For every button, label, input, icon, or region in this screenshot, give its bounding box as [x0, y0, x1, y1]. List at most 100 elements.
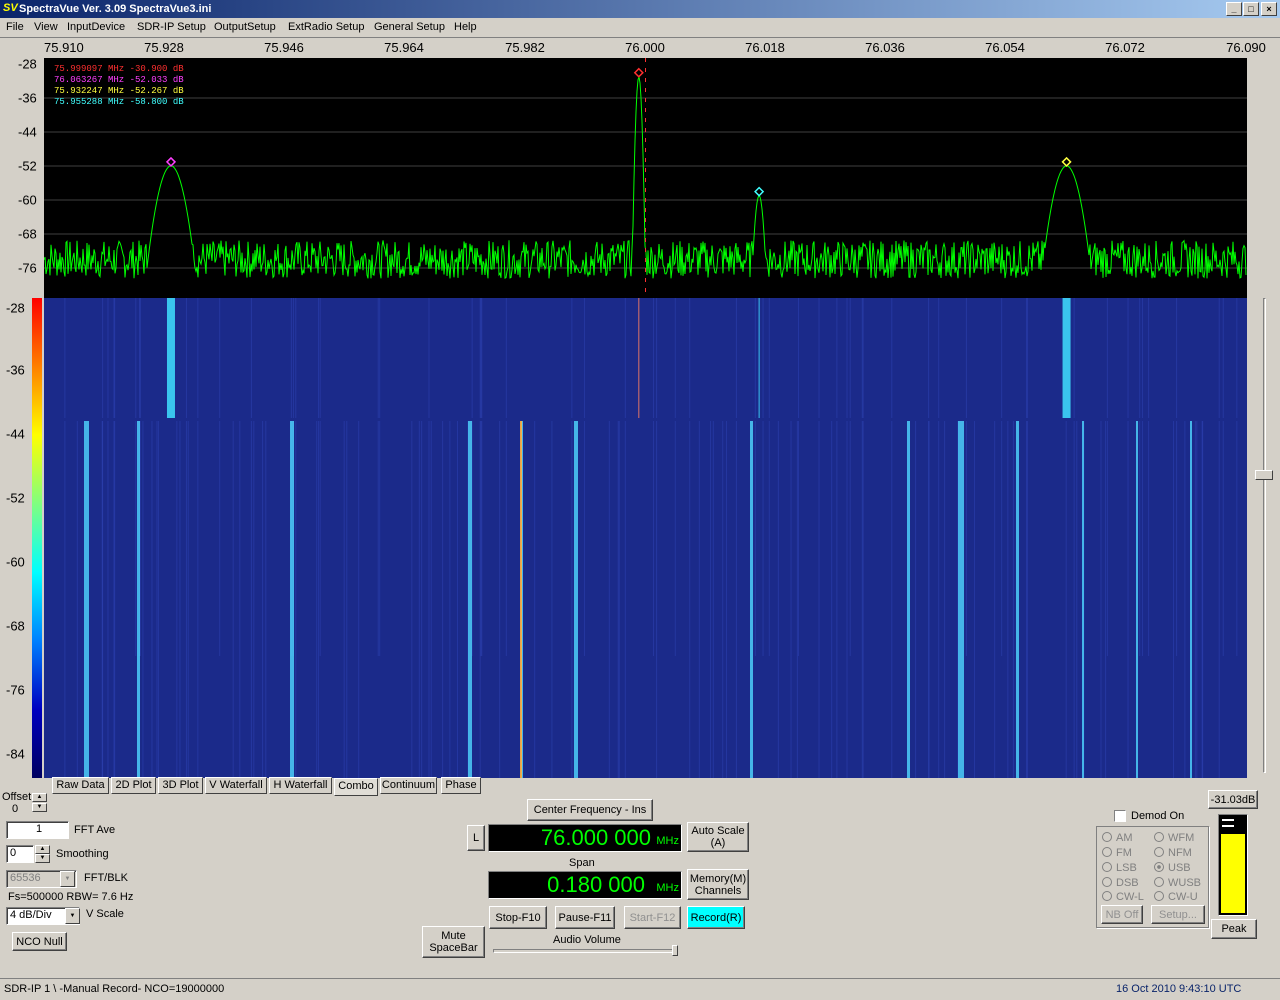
mode-wusb-radio[interactable]: WUSB [1154, 877, 1201, 889]
menu-sdr-ip-setup[interactable]: SDR-IP Setup [137, 21, 206, 33]
span-display[interactable]: 0.180 000 MHz [488, 871, 682, 899]
waterfall-noise-line [754, 298, 756, 656]
y-tick: -68 [18, 226, 37, 242]
tab-h-waterfall[interactable]: H Waterfall [269, 777, 332, 794]
memory-channels-button[interactable]: Memory(M) Channels [687, 869, 749, 900]
stop-button[interactable]: Stop-F10 [489, 906, 547, 929]
minimize-button[interactable]: _ [1226, 2, 1242, 16]
waterfall-trace [750, 420, 753, 778]
offset-down-button[interactable]: ▼ [32, 803, 47, 812]
menu-help[interactable]: Help [454, 21, 477, 33]
menu-extradio-setup[interactable]: ExtRadio Setup [288, 21, 364, 33]
peak-marker-1[interactable] [165, 156, 177, 167]
peak-button[interactable]: Peak [1211, 919, 1257, 939]
signal-level-meter [1218, 814, 1248, 916]
mode-cwl-radio[interactable]: CW-L [1102, 891, 1144, 903]
vscale-value: 4 dB/Div [10, 909, 52, 921]
peak-marker-3[interactable] [754, 186, 765, 197]
waterfall-trace [137, 420, 140, 778]
mode-am-radio[interactable]: AM [1102, 832, 1133, 844]
tab-combo[interactable]: Combo [334, 778, 378, 796]
audio-volume-thumb[interactable] [672, 945, 678, 956]
x-tick: 76.036 [865, 40, 905, 55]
waterfall-noise-line [176, 420, 178, 778]
waterfall-noise-line [1236, 298, 1238, 656]
x-tick: 75.946 [264, 40, 304, 55]
reference-level-slider[interactable] [1255, 298, 1273, 773]
smoothing-input[interactable]: 0 [6, 845, 34, 863]
smoothing-down-button[interactable]: ▼ [35, 854, 50, 863]
waterfall-noise-line [139, 298, 141, 656]
tab-2d-plot[interactable]: 2D Plot [111, 777, 156, 794]
fft-ave-input[interactable]: 1 [6, 821, 69, 839]
waterfall-y-axis: -28 -36 -44 -52 -60 -68 -76 -84 [0, 298, 44, 778]
mode-nfm-radio[interactable]: NFM [1154, 847, 1192, 859]
menu-view[interactable]: View [34, 21, 58, 33]
tab-3d-plot[interactable]: 3D Plot [158, 777, 203, 794]
center-frequency-button[interactable]: Center Frequency - Ins [527, 799, 653, 821]
tab-continuum[interactable]: Continuum [380, 777, 437, 794]
setup-button[interactable]: Setup... [1151, 905, 1205, 924]
smoothing-up-button[interactable]: ▲ [35, 845, 50, 854]
offset-up-button[interactable]: ▲ [32, 793, 47, 802]
tab-v-waterfall[interactable]: V Waterfall [205, 777, 267, 794]
marker-readout-4: 75.955288 MHz -58.800 dB [54, 97, 184, 107]
tab-phase[interactable]: Phase [441, 777, 481, 794]
waterfall-noise-line [135, 298, 137, 656]
mode-cwu-radio[interactable]: CW-U [1154, 891, 1198, 903]
span-label: Span [569, 857, 595, 869]
menu-general-setup[interactable]: General Setup [374, 21, 445, 33]
peak-marker-2[interactable] [633, 67, 644, 78]
chevron-down-icon[interactable]: ▼ [65, 908, 80, 924]
menu-file[interactable]: File [6, 21, 24, 33]
waterfall-noise-line [1218, 298, 1220, 778]
mode-wfm-radio[interactable]: WFM [1154, 832, 1194, 844]
meter-peak-tick [1222, 825, 1234, 827]
mode-dsb-radio[interactable]: DSB [1102, 877, 1139, 889]
slider-thumb[interactable] [1255, 470, 1273, 480]
record-button[interactable]: Record(R) [687, 906, 745, 929]
waterfall-display[interactable] [44, 298, 1247, 778]
waterfall-noise-line [1139, 298, 1141, 656]
vscale-label: V Scale [86, 908, 124, 920]
l-button[interactable]: L [467, 825, 485, 851]
spectrum-plot[interactable]: 75.999097 MHz -30.900 dB 76.063267 MHz -… [44, 58, 1247, 298]
demod-on-checkbox[interactable] [1114, 810, 1126, 822]
menu-inputdevice[interactable]: InputDevice [67, 21, 125, 33]
chevron-down-icon[interactable]: ▼ [60, 871, 75, 887]
y-tick: -36 [18, 90, 37, 106]
waterfall-noise-line [158, 420, 160, 778]
menu-outputsetup[interactable]: OutputSetup [214, 21, 276, 33]
mode-lsb-radio[interactable]: LSB [1102, 862, 1137, 874]
pause-button[interactable]: Pause-F11 [555, 906, 615, 929]
waterfall-noise-line [316, 420, 318, 778]
waterfall-noise-line [735, 298, 737, 778]
peak-marker-4[interactable] [1061, 156, 1072, 167]
waterfall-trace [290, 420, 294, 778]
waterfall-noise-line [1176, 298, 1178, 656]
waterfall-noise-line [421, 420, 423, 778]
x-tick: 75.964 [384, 40, 424, 55]
close-button[interactable]: × [1261, 2, 1277, 16]
auto-scale-button[interactable]: Auto Scale (A) [687, 822, 749, 852]
tab-raw-data[interactable]: Raw Data [52, 777, 109, 794]
waterfall-trace [520, 420, 522, 778]
waterfall-noise-line [571, 298, 573, 778]
y-tick: -76 [18, 260, 37, 276]
mode-usb-radio[interactable]: USB [1154, 862, 1191, 874]
waterfall-divider [44, 418, 1247, 421]
start-button[interactable]: Start-F12 [624, 906, 681, 929]
mode-fm-radio[interactable]: FM [1102, 847, 1132, 859]
audio-volume-slider[interactable] [493, 949, 678, 953]
waterfall-noise-line [250, 298, 252, 778]
waterfall-noise-line [219, 298, 221, 656]
smoothing-label: Smoothing [56, 848, 109, 860]
waterfall-noise-line [1012, 420, 1014, 778]
maximize-button[interactable]: □ [1243, 2, 1259, 16]
nco-null-button[interactable]: NCO Null [12, 932, 67, 951]
center-frequency-display[interactable]: 76.000 000 MHz [488, 824, 682, 852]
nb-off-button[interactable]: NB Off [1101, 905, 1143, 924]
y-tick: -28 [6, 300, 25, 316]
mute-button[interactable]: Mute SpaceBar [422, 926, 485, 958]
y-tick: -44 [6, 426, 25, 442]
